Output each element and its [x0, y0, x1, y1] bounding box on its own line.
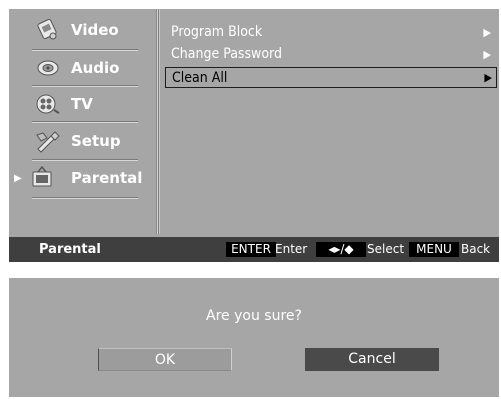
sidebar-item-audio[interactable]: Audio: [9, 51, 155, 85]
menu-item-change-password[interactable]: Change Password ▶: [165, 44, 495, 64]
parental-icon: [28, 166, 56, 190]
active-marker-icon: ▶: [14, 172, 22, 184]
sidebar-item-label: TV: [71, 95, 93, 113]
submenu-arrow-icon: ▶: [483, 25, 491, 39]
sidebar-item-label: Parental: [71, 169, 143, 187]
menu-item-label: Clean All: [172, 69, 228, 86]
panel-divider: [156, 9, 160, 234]
status-bar-title: Parental: [39, 242, 101, 257]
sidebar-item-label: Setup: [71, 132, 121, 150]
audio-icon: [34, 56, 62, 80]
sidebar-item-video[interactable]: Video: [9, 13, 155, 47]
enter-key-badge: ENTER: [226, 242, 276, 257]
tv-icon: [34, 92, 62, 116]
enter-key-label: Enter: [275, 242, 308, 256]
sidebar-divider: [32, 197, 138, 199]
menu-item-program-block[interactable]: Program Block ▶: [165, 22, 495, 42]
sidebar-item-label: Video: [71, 21, 119, 39]
sidebar-item-tv[interactable]: TV: [9, 87, 155, 121]
sidebar-item-label: Audio: [71, 59, 120, 77]
osd-menu-panel: Video Audio TV Setup ▶ Parental Program …: [9, 9, 499, 262]
confirm-dialog: Are you sure? OK Cancel: [9, 278, 499, 397]
cancel-button[interactable]: Cancel: [305, 348, 439, 371]
menu-item-label: Change Password: [171, 46, 282, 62]
sidebar: Video Audio TV Setup ▶ Parental: [9, 9, 155, 234]
menu-item-clean-all[interactable]: Clean All ▶: [165, 67, 497, 88]
back-key-label: Back: [461, 242, 491, 256]
setup-icon: [34, 129, 62, 153]
submenu-arrow-icon: ▶: [484, 71, 492, 84]
sidebar-divider: [32, 121, 138, 123]
confirm-message: Are you sure?: [206, 308, 302, 324]
ok-button[interactable]: OK: [98, 348, 232, 371]
status-bar: Parental ENTER Enter ◂▸/◆ Select MENU Ba…: [9, 237, 499, 262]
submenu-arrow-icon: ▶: [483, 47, 491, 61]
navigate-keys-icon: ◂▸/◆: [316, 242, 366, 257]
select-key-label: Select: [367, 242, 405, 256]
video-icon: [34, 18, 62, 42]
menu-item-label: Program Block: [171, 24, 263, 40]
sidebar-item-parental[interactable]: ▶ Parental: [9, 161, 155, 195]
menu-key-badge: MENU: [409, 242, 459, 257]
sidebar-item-setup[interactable]: Setup: [9, 124, 155, 158]
